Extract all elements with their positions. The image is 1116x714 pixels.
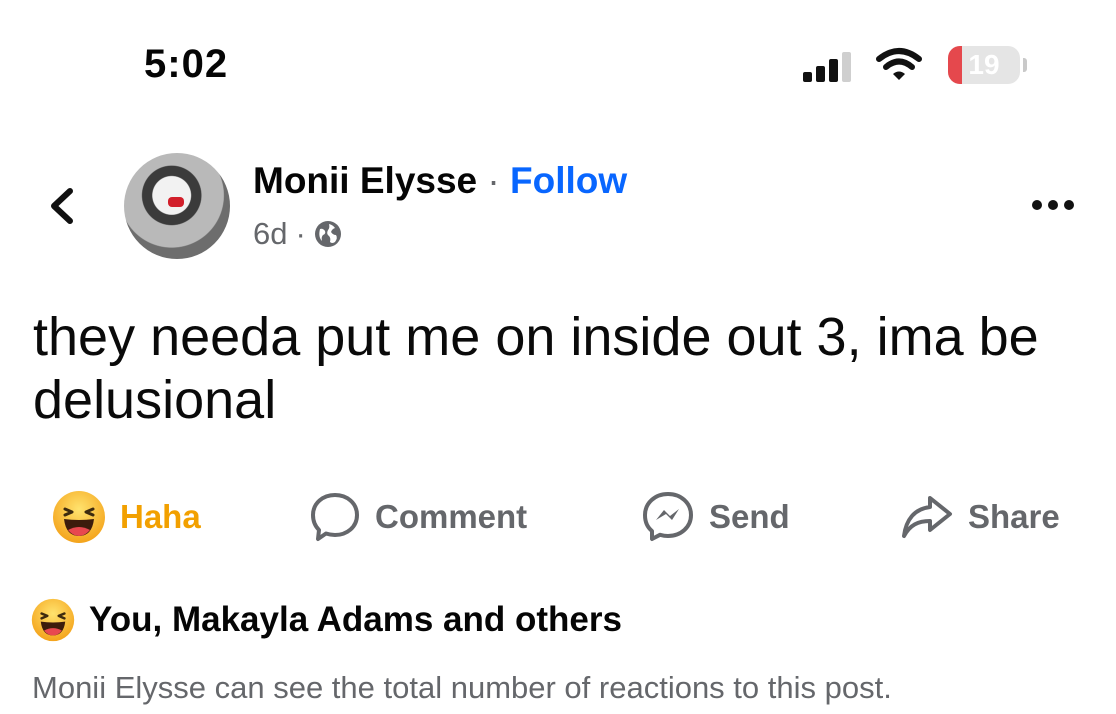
send-label: Send xyxy=(709,498,790,535)
meta-separator: · xyxy=(295,216,306,251)
follow-button[interactable]: Follow xyxy=(510,160,627,201)
battery-indicator: 19 xyxy=(948,46,1020,84)
post-text: they needa put me on inside out 3, ima b… xyxy=(33,307,1039,430)
avatar[interactable] xyxy=(124,153,230,259)
author-name[interactable]: Monii Elysse xyxy=(253,160,477,201)
wifi-icon xyxy=(876,48,922,80)
comment-icon xyxy=(311,493,359,541)
reactions-privacy-note: Monii Elysse can see the total number of… xyxy=(32,670,892,705)
globe-icon xyxy=(314,221,341,247)
haha-emoji-icon xyxy=(31,598,75,642)
avatar-detail xyxy=(168,197,184,207)
send-button[interactable]: Send xyxy=(641,492,790,542)
separator: · xyxy=(487,160,500,201)
share-label: Share xyxy=(968,498,1060,535)
haha-reaction-button[interactable]: Haha xyxy=(52,491,201,543)
messenger-icon xyxy=(643,492,693,541)
post-time[interactable]: 6d xyxy=(253,216,287,252)
more-horizontal-icon[interactable] xyxy=(1030,198,1076,212)
share-button[interactable]: Share xyxy=(900,492,1060,542)
chevron-left-icon[interactable] xyxy=(46,186,76,226)
comment-label: Comment xyxy=(375,498,528,535)
battery-tip xyxy=(1023,58,1027,72)
author-line: Monii Elysse · Follow xyxy=(253,160,627,202)
reactions-summary[interactable]: You, Makayla Adams and others xyxy=(31,598,622,642)
share-icon xyxy=(902,496,952,538)
haha-label: Haha xyxy=(120,498,201,535)
cellular-signal-icon xyxy=(803,52,859,82)
reactions-summary-text: You, Makayla Adams and others xyxy=(89,600,622,639)
status-time: 5:02 xyxy=(144,42,229,86)
haha-emoji-icon xyxy=(53,491,105,543)
post-meta: 6d · xyxy=(253,216,342,252)
battery-level: 19 xyxy=(968,49,1000,80)
comment-button[interactable]: Comment xyxy=(309,492,527,542)
